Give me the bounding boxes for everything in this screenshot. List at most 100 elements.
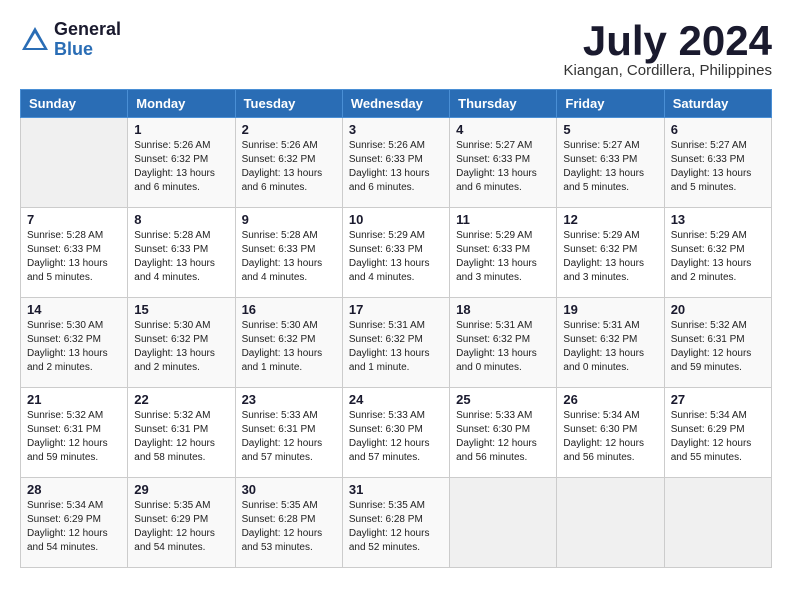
day-info: Sunrise: 5:30 AM Sunset: 6:32 PM Dayligh… bbox=[27, 319, 121, 375]
calendar-cell bbox=[450, 478, 557, 568]
col-header-monday: Monday bbox=[128, 90, 235, 118]
day-info: Sunrise: 5:33 AM Sunset: 6:30 PM Dayligh… bbox=[349, 409, 443, 465]
calendar-week-3: 14 Sunrise: 5:30 AM Sunset: 6:32 PM Dayli… bbox=[21, 298, 772, 388]
day-info: Sunrise: 5:34 AM Sunset: 6:29 PM Dayligh… bbox=[27, 499, 121, 555]
calendar-cell: 1Sunrise: 5:26 AM Sunset: 6:32 PM Daylig… bbox=[128, 118, 235, 208]
calendar-cell: 18Sunrise: 5:31 AM Sunset: 6:32 PM Dayli… bbox=[450, 298, 557, 388]
day-number: 31 bbox=[349, 482, 443, 497]
logo-general: General bbox=[54, 20, 121, 40]
day-info: Sunrise: 5:26 AM Sunset: 6:32 PM Dayligh… bbox=[242, 139, 336, 195]
day-info: Sunrise: 5:28 AM Sunset: 6:33 PM Dayligh… bbox=[134, 229, 228, 285]
day-number: 10 bbox=[349, 212, 443, 227]
day-info: Sunrise: 5:27 AM Sunset: 6:33 PM Dayligh… bbox=[456, 139, 550, 195]
calendar-week-4: 21 Sunrise: 5:32 AM Sunset: 6:31 PM Dayli… bbox=[21, 388, 772, 478]
calendar-cell: 31 Sunrise: 5:35 AM Sunset: 6:28 PM Dayli… bbox=[342, 478, 449, 568]
day-info: Sunrise: 5:27 AM Sunset: 6:33 PM Dayligh… bbox=[671, 139, 765, 195]
day-number: 29 bbox=[134, 482, 228, 497]
day-info: Sunrise: 5:34 AM Sunset: 6:30 PM Dayligh… bbox=[563, 409, 657, 465]
col-header-friday: Friday bbox=[557, 90, 664, 118]
day-info: Sunrise: 5:32 AM Sunset: 6:31 PM Dayligh… bbox=[134, 409, 228, 465]
calendar-week-1: 1 Sunrise: 5:26 AM Sunset: 6:32 PM Daylig… bbox=[21, 118, 772, 208]
logo-blue: Blue bbox=[54, 40, 121, 60]
calendar-cell: 16 Sunrise: 5:30 AM Sunset: 6:32 PM Dayli… bbox=[235, 298, 342, 388]
day-number: 11 bbox=[456, 212, 550, 227]
day-number: 20 bbox=[671, 302, 765, 317]
day-info: Sunrise: 5:33 AM Sunset: 6:30 PM Dayligh… bbox=[456, 409, 550, 465]
day-info: Sunrise: 5:32 AM Sunset: 6:31 PM Dayligh… bbox=[27, 409, 121, 465]
calendar-cell: 5 Sunrise: 5:27 AM Sunset: 6:33 PM Daylig… bbox=[557, 118, 664, 208]
day-number: 2 bbox=[242, 122, 336, 137]
col-header-tuesday: Tuesday bbox=[235, 90, 342, 118]
day-number: 15 bbox=[134, 302, 228, 317]
month-title: July 2024 bbox=[564, 20, 772, 62]
calendar-cell: 2 Sunrise: 5:26 AM Sunset: 6:32 PM Daylig… bbox=[235, 118, 342, 208]
calendar-cell: 10Sunrise: 5:29 AM Sunset: 6:33 PM Dayli… bbox=[342, 208, 449, 298]
day-number: 7 bbox=[27, 212, 121, 227]
logo-text: General Blue bbox=[54, 20, 121, 60]
day-info: Sunrise: 5:34 AM Sunset: 6:29 PM Dayligh… bbox=[671, 409, 765, 465]
day-info: Sunrise: 5:35 AM Sunset: 6:28 PM Dayligh… bbox=[242, 499, 336, 555]
calendar-cell: 14 Sunrise: 5:30 AM Sunset: 6:32 PM Dayli… bbox=[21, 298, 128, 388]
day-info: Sunrise: 5:31 AM Sunset: 6:32 PM Dayligh… bbox=[563, 319, 657, 375]
calendar-cell: 25Sunrise: 5:33 AM Sunset: 6:30 PM Dayli… bbox=[450, 388, 557, 478]
day-info: Sunrise: 5:32 AM Sunset: 6:31 PM Dayligh… bbox=[671, 319, 765, 375]
day-info: Sunrise: 5:29 AM Sunset: 6:33 PM Dayligh… bbox=[456, 229, 550, 285]
day-info: Sunrise: 5:29 AM Sunset: 6:32 PM Dayligh… bbox=[671, 229, 765, 285]
day-info: Sunrise: 5:30 AM Sunset: 6:32 PM Dayligh… bbox=[134, 319, 228, 375]
day-number: 3 bbox=[349, 122, 443, 137]
day-number: 5 bbox=[563, 122, 657, 137]
day-number: 14 bbox=[27, 302, 121, 317]
calendar-cell: 20 Sunrise: 5:32 AM Sunset: 6:31 PM Dayli… bbox=[664, 298, 771, 388]
calendar-cell: 26 Sunrise: 5:34 AM Sunset: 6:30 PM Dayli… bbox=[557, 388, 664, 478]
calendar-cell: 13 Sunrise: 5:29 AM Sunset: 6:32 PM Dayli… bbox=[664, 208, 771, 298]
day-number: 19 bbox=[563, 302, 657, 317]
calendar-cell: 6 Sunrise: 5:27 AM Sunset: 6:33 PM Daylig… bbox=[664, 118, 771, 208]
calendar-cell: 24Sunrise: 5:33 AM Sunset: 6:30 PM Dayli… bbox=[342, 388, 449, 478]
day-number: 16 bbox=[242, 302, 336, 317]
calendar-cell: 29 Sunrise: 5:35 AM Sunset: 6:29 PM Dayli… bbox=[128, 478, 235, 568]
calendar-cell: 27Sunrise: 5:34 AM Sunset: 6:29 PM Dayli… bbox=[664, 388, 771, 478]
col-header-saturday: Saturday bbox=[664, 90, 771, 118]
calendar-cell: 8 Sunrise: 5:28 AM Sunset: 6:33 PM Daylig… bbox=[128, 208, 235, 298]
day-number: 22 bbox=[134, 392, 228, 407]
day-info: Sunrise: 5:35 AM Sunset: 6:29 PM Dayligh… bbox=[134, 499, 228, 555]
col-header-sunday: Sunday bbox=[21, 90, 128, 118]
calendar-cell bbox=[557, 478, 664, 568]
calendar-cell: 11 Sunrise: 5:29 AM Sunset: 6:33 PM Dayli… bbox=[450, 208, 557, 298]
logo-icon bbox=[20, 25, 50, 55]
day-number: 9 bbox=[242, 212, 336, 227]
col-header-wednesday: Wednesday bbox=[342, 90, 449, 118]
calendar-cell: 15 Sunrise: 5:30 AM Sunset: 6:32 PM Dayli… bbox=[128, 298, 235, 388]
day-info: Sunrise: 5:31 AM Sunset: 6:32 PM Dayligh… bbox=[349, 319, 443, 375]
calendar-cell bbox=[664, 478, 771, 568]
day-number: 13 bbox=[671, 212, 765, 227]
calendar-cell: 17 Sunrise: 5:31 AM Sunset: 6:32 PM Dayli… bbox=[342, 298, 449, 388]
day-info: Sunrise: 5:35 AM Sunset: 6:28 PM Dayligh… bbox=[349, 499, 443, 555]
day-info: Sunrise: 5:27 AM Sunset: 6:33 PM Dayligh… bbox=[563, 139, 657, 195]
day-number: 21 bbox=[27, 392, 121, 407]
day-number: 17 bbox=[349, 302, 443, 317]
calendar-cell: 22 Sunrise: 5:32 AM Sunset: 6:31 PM Dayli… bbox=[128, 388, 235, 478]
calendar-cell: 3Sunrise: 5:26 AM Sunset: 6:33 PM Daylig… bbox=[342, 118, 449, 208]
calendar-cell: 30 Sunrise: 5:35 AM Sunset: 6:28 PM Dayli… bbox=[235, 478, 342, 568]
day-info: Sunrise: 5:28 AM Sunset: 6:33 PM Dayligh… bbox=[27, 229, 121, 285]
page-header: General Blue July 2024 Kiangan, Cordille… bbox=[20, 20, 772, 79]
day-info: Sunrise: 5:28 AM Sunset: 6:33 PM Dayligh… bbox=[242, 229, 336, 285]
col-header-thursday: Thursday bbox=[450, 90, 557, 118]
day-number: 26 bbox=[563, 392, 657, 407]
day-info: Sunrise: 5:31 AM Sunset: 6:32 PM Dayligh… bbox=[456, 319, 550, 375]
day-number: 30 bbox=[242, 482, 336, 497]
day-number: 28 bbox=[27, 482, 121, 497]
calendar-cell: 28 Sunrise: 5:34 AM Sunset: 6:29 PM Dayli… bbox=[21, 478, 128, 568]
day-info: Sunrise: 5:30 AM Sunset: 6:32 PM Dayligh… bbox=[242, 319, 336, 375]
day-number: 1 bbox=[134, 122, 228, 137]
day-number: 6 bbox=[671, 122, 765, 137]
day-number: 8 bbox=[134, 212, 228, 227]
calendar-header-row: SundayMondayTuesdayWednesdayThursdayFrid… bbox=[21, 90, 772, 118]
day-number: 4 bbox=[456, 122, 550, 137]
calendar-cell bbox=[21, 118, 128, 208]
day-number: 23 bbox=[242, 392, 336, 407]
calendar-week-2: 7 Sunrise: 5:28 AM Sunset: 6:33 PM Daylig… bbox=[21, 208, 772, 298]
calendar-cell: 19 Sunrise: 5:31 AM Sunset: 6:32 PM Dayli… bbox=[557, 298, 664, 388]
logo: General Blue bbox=[20, 20, 121, 60]
